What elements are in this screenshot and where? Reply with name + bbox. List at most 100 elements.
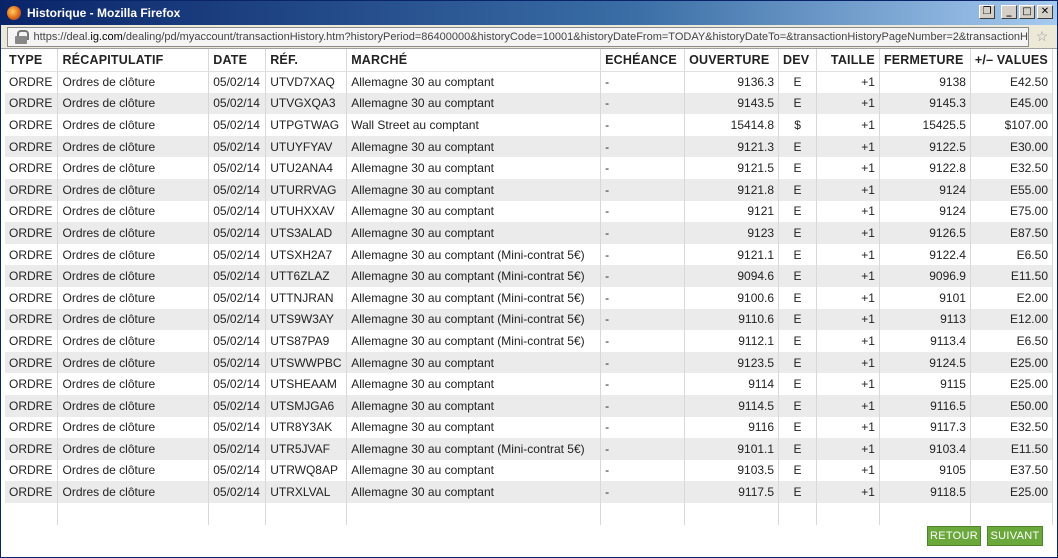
table-cell: -: [600, 265, 686, 287]
table-cell: E25.00: [970, 481, 1054, 503]
table-row[interactable]: ORDRE Ordres de clôture 05/02/14 UTS3ALAD Al…: [5, 222, 1054, 244]
table-cell: +1: [816, 459, 880, 482]
table-row[interactable]: ORDRE Ordres de clôture 05/02/14 UTUHXXAV Al…: [5, 200, 1054, 223]
table-row[interactable]: ORDRE Ordres de clôture 05/02/14 UTT6ZLAZ Al…: [5, 265, 1054, 287]
table-row[interactable]: ORDRE Ordres de clôture 05/02/14 UTSXH2A7 Al…: [5, 243, 1054, 266]
table-cell: 05/02/14: [208, 481, 267, 503]
minimize-button[interactable]: _: [1001, 5, 1017, 19]
table-cell: Ordres de clôture: [57, 157, 210, 179]
table-row[interactable]: ORDRE Ordres de clôture 05/02/14 UTS87PA9 Al…: [5, 330, 1054, 352]
column-header[interactable]: MARCHÉ: [346, 49, 602, 72]
table-cell: +1: [816, 178, 880, 201]
table-cell: UTS9W3AY: [265, 308, 348, 331]
table-cell: ORDRE: [5, 265, 59, 287]
table-cell: Allemagne 30 au comptant: [346, 459, 602, 482]
table-cell: E: [778, 71, 818, 93]
table-cell: ORDRE: [5, 114, 59, 136]
table-cell: 9121.1: [684, 243, 780, 266]
column-header[interactable]: FERMETURE: [879, 49, 971, 72]
table-cell: +1: [816, 157, 880, 179]
table-cell: -: [600, 92, 686, 115]
table-cell: +1: [816, 71, 880, 93]
column-header[interactable]: TAILLE: [816, 49, 880, 72]
table-cell: 9121.8: [684, 178, 780, 201]
table-cell: Ordres de clôture: [57, 243, 210, 266]
table-cell: 9113: [879, 308, 971, 331]
table-row[interactable]: ORDRE Ordres de clôture 05/02/14 UTSHEAAM Al…: [5, 373, 1054, 395]
table-cell: UTUYFYAV: [265, 135, 348, 158]
column-header[interactable]: +/– VALUES: [970, 49, 1054, 72]
page-content: TYPE RÉCAPITULATIF DATE RÉF. MARCHÉ ECHÉANCE O…: [5, 49, 1054, 554]
close-button[interactable]: ✕: [1037, 5, 1053, 19]
table-row[interactable]: ORDRE Ordres de clôture 05/02/14 UTSMJGA6 Al…: [5, 394, 1054, 417]
table-cell: 9115: [879, 373, 971, 395]
table-cell: 9112.1: [684, 330, 780, 352]
table-cell: Allemagne 30 au comptant (Mini-contrat 5…: [346, 265, 602, 287]
table-cell: Ordres de clôture: [57, 135, 210, 158]
table-cell: Allemagne 30 au comptant: [346, 92, 602, 115]
column-header[interactable]: TYPE: [5, 49, 59, 72]
column-header[interactable]: RÉF.: [265, 49, 348, 72]
table-cell: Ordres de clôture: [57, 373, 210, 395]
table-row[interactable]: ORDRE Ordres de clôture 05/02/14 UTR8Y3AK Al…: [5, 416, 1054, 439]
back-button[interactable]: RETOUR: [927, 526, 981, 546]
table-cell: E2.00: [970, 286, 1054, 309]
table-row[interactable]: ORDRE Ordres de clôture 05/02/14 UTTNJRAN Al…: [5, 286, 1054, 309]
table-cell: Allemagne 30 au comptant: [346, 200, 602, 223]
table-cell: E: [778, 243, 818, 266]
column-header[interactable]: DATE: [208, 49, 267, 72]
table-cell: Allemagne 30 au comptant (Mini-contrat 5…: [346, 286, 602, 309]
url-field[interactable]: https://deal.ig.com/dealing/pd/myaccount…: [7, 27, 1029, 47]
table-row[interactable]: ORDRE Ordres de clôture 05/02/14 UTURRVAG Al…: [5, 178, 1054, 201]
table-cell: E45.00: [970, 92, 1054, 115]
table-row[interactable]: ORDRE Ordres de clôture 05/02/14 UTPGTWAG Wa…: [5, 114, 1054, 136]
table-cell: +1: [816, 416, 880, 439]
empty-row: [5, 502, 1054, 525]
table-cell: -: [600, 200, 686, 223]
table-cell: 9096.9: [879, 265, 971, 287]
table-cell: 9100.6: [684, 286, 780, 309]
table-cell: 9114: [684, 373, 780, 395]
table-cell: UTVD7XAQ: [265, 71, 348, 93]
table-cell: -: [600, 178, 686, 201]
table-row[interactable]: ORDRE Ordres de clôture 05/02/14 UTS9W3AY Al…: [5, 308, 1054, 331]
table-cell: 05/02/14: [208, 92, 267, 115]
table-cell: Ordres de clôture: [57, 438, 210, 460]
maximize-button[interactable]: □: [1019, 5, 1035, 19]
table-row[interactable]: ORDRE Ordres de clôture 05/02/14 UTSWWPBC Al…: [5, 351, 1054, 374]
table-cell: 05/02/14: [208, 135, 267, 158]
column-header[interactable]: OUVERTURE: [684, 49, 780, 72]
table-row[interactable]: ORDRE Ordres de clôture 05/02/14 UTRWQ8AP Al…: [5, 459, 1054, 482]
table-row[interactable]: ORDRE Ordres de clôture 05/02/14 UTVD7XAQ Al…: [5, 71, 1054, 93]
table-cell: 05/02/14: [208, 178, 267, 201]
table-cell: 9103.4: [879, 438, 971, 460]
table-cell: E25.00: [970, 373, 1054, 395]
table-cell: -: [600, 114, 686, 136]
table-row[interactable]: ORDRE Ordres de clôture 05/02/14 UTR5JVAF Al…: [5, 438, 1054, 460]
table-cell: +1: [816, 438, 880, 460]
column-header[interactable]: ECHÉANCE: [600, 49, 686, 72]
table-cell: +1: [816, 222, 880, 244]
table-cell: E32.50: [970, 416, 1054, 439]
table-cell: Allemagne 30 au comptant: [346, 135, 602, 158]
table-row[interactable]: ORDRE Ordres de clôture 05/02/14 UTUYFYAV Al…: [5, 135, 1054, 158]
bookmark-star-icon[interactable]: ☆: [1033, 27, 1051, 45]
table-cell: -: [600, 135, 686, 158]
table-cell: UTSWWPBC: [265, 351, 348, 374]
restore-icon[interactable]: ❐: [979, 5, 995, 19]
table-row[interactable]: ORDRE Ordres de clôture 05/02/14 UTVGXQA3 Al…: [5, 92, 1054, 115]
table-cell: +1: [816, 200, 880, 223]
table-cell: Allemagne 30 au comptant: [346, 373, 602, 395]
table-cell: 05/02/14: [208, 330, 267, 352]
column-header[interactable]: RÉCAPITULATIF: [57, 49, 210, 72]
table-cell: E32.50: [970, 157, 1054, 179]
table-cell: 9094.6: [684, 265, 780, 287]
table-cell: -: [600, 243, 686, 266]
table-cell: 05/02/14: [208, 222, 267, 244]
table-row[interactable]: ORDRE Ordres de clôture 05/02/14 UTRXLVAL Al…: [5, 481, 1054, 503]
next-button[interactable]: SUIVANT: [987, 526, 1043, 546]
table-cell: E87.50: [970, 222, 1054, 244]
url-text[interactable]: https://deal.ig.com/dealing/pd/myaccount…: [34, 31, 1029, 43]
column-header[interactable]: DEV: [778, 49, 818, 72]
table-row[interactable]: ORDRE Ordres de clôture 05/02/14 UTU2ANA4 Al…: [5, 157, 1054, 179]
